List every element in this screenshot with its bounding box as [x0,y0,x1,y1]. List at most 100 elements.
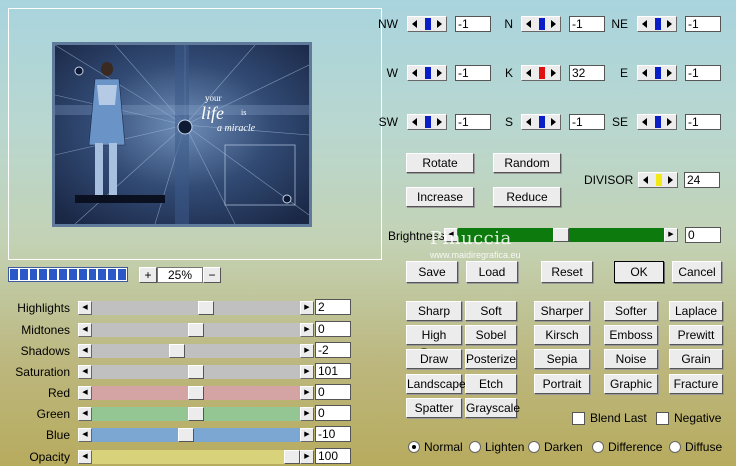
slider-right-arrow-icon[interactable]: ▶ [300,386,314,400]
increase-arrow-icon[interactable] [437,118,442,126]
rotate-button[interactable]: Rotate [406,153,474,173]
slider-value[interactable]: 0 [315,384,351,400]
slider-right-arrow-icon[interactable]: ▶ [300,301,314,315]
slider-thumb[interactable] [169,344,185,358]
brightness-right-arrow-icon[interactable]: ▶ [664,228,678,242]
increase-arrow-icon[interactable] [551,69,556,77]
slider-left-arrow-icon[interactable]: ◀ [78,450,92,464]
increase-arrow-icon[interactable] [668,176,673,184]
slider-value[interactable]: -10 [315,426,351,442]
mode-lighten-radio[interactable] [469,441,481,453]
slider-thumb[interactable] [198,301,214,315]
preset-sepia-button[interactable]: Sepia [534,349,590,369]
slider-value[interactable]: 0 [315,405,351,421]
increase-arrow-icon[interactable] [551,20,556,28]
kernel-value-ne[interactable]: -1 [685,16,721,32]
increase-arrow-icon[interactable] [437,20,442,28]
reset-button[interactable]: Reset [541,261,593,283]
red-slider[interactable]: ◀ ▶ [78,386,314,400]
slider-left-arrow-icon[interactable]: ◀ [78,301,92,315]
increase-arrow-icon[interactable] [551,118,556,126]
kernel-spinner-ne[interactable] [637,16,677,32]
kernel-spinner-s[interactable] [521,114,561,130]
decrease-arrow-icon[interactable] [526,20,531,28]
preset-kirsch-button[interactable]: Kirsch [534,325,590,345]
slider-thumb[interactable] [188,365,204,379]
mode-difference-radio[interactable] [592,441,604,453]
save-button[interactable]: Save [406,261,458,283]
preset-prewitt-button[interactable]: Prewitt [669,325,723,345]
saturation-slider[interactable]: ◀ ▶ [78,365,314,379]
kernel-spinner-n[interactable] [521,16,561,32]
preset-grain-button[interactable]: Grain [669,349,723,369]
increase-arrow-icon[interactable] [667,118,672,126]
shadows-slider[interactable]: ◀ ▶ [78,344,314,358]
increase-arrow-icon[interactable] [437,69,442,77]
increase-arrow-icon[interactable] [667,20,672,28]
slider-value[interactable]: 0 [315,321,351,337]
slider-right-arrow-icon[interactable]: ▶ [300,365,314,379]
slider-right-arrow-icon[interactable]: ▶ [300,450,314,464]
preset-sobel-button[interactable]: Sobel [465,325,517,345]
preset-landscape-button[interactable]: Landscape [406,374,466,394]
slider-left-arrow-icon[interactable]: ◀ [78,323,92,337]
preset-grayscale-button[interactable]: Grayscale [465,398,520,418]
preset-sharp-button[interactable]: Sharp [406,301,462,321]
load-button[interactable]: Load [466,261,518,283]
slider-left-arrow-icon[interactable]: ◀ [78,386,92,400]
slider-left-arrow-icon[interactable]: ◀ [78,407,92,421]
kernel-spinner-nw[interactable] [407,16,447,32]
kernel-value-k[interactable]: 32 [569,65,605,81]
increase-button[interactable]: Increase [406,187,474,207]
slider-thumb[interactable] [188,323,204,337]
preset-graphic-button[interactable]: Graphic [604,374,658,394]
decrease-arrow-icon[interactable] [642,69,647,77]
decrease-arrow-icon[interactable] [412,20,417,28]
kernel-spinner-w[interactable] [407,65,447,81]
kernel-spinner-se[interactable] [637,114,677,130]
divisor-value[interactable]: 24 [684,172,720,188]
preset-softer-button[interactable]: Softer [604,301,658,321]
kernel-spinner-k[interactable] [521,65,561,81]
preset-portrait-button[interactable]: Portrait [534,374,590,394]
preset-emboss-button[interactable]: Emboss [604,325,658,345]
negative-checkbox[interactable] [656,412,669,425]
decrease-arrow-icon[interactable] [526,69,531,77]
slider-right-arrow-icon[interactable]: ▶ [300,407,314,421]
blend-last-checkbox[interactable] [572,412,585,425]
kernel-value-s[interactable]: -1 [569,114,605,130]
slider-right-arrow-icon[interactable]: ▶ [300,428,314,442]
zoom-out-button[interactable]: − [203,267,221,283]
kernel-value-w[interactable]: -1 [455,65,491,81]
slider-left-arrow-icon[interactable]: ◀ [78,428,92,442]
green-slider[interactable]: ◀ ▶ [78,407,314,421]
preset-draw-button[interactable]: Draw [406,349,462,369]
kernel-value-n[interactable]: -1 [569,16,605,32]
slider-thumb[interactable] [188,386,204,400]
preset-noise-button[interactable]: Noise [604,349,658,369]
ok-button[interactable]: OK [614,261,664,283]
random-button[interactable]: Random [493,153,561,173]
highlights-slider[interactable]: ◀ ▶ [78,301,314,315]
slider-thumb[interactable] [188,407,204,421]
reduce-button[interactable]: Reduce [493,187,561,207]
mode-diffuse-radio[interactable] [669,441,681,453]
slider-value[interactable]: 100 [315,448,351,464]
slider-right-arrow-icon[interactable]: ▶ [300,344,314,358]
slider-thumb[interactable] [178,428,194,442]
slider-thumb[interactable] [284,450,300,464]
slider-value[interactable]: 101 [315,363,351,379]
cancel-button[interactable]: Cancel [672,261,722,283]
kernel-value-e[interactable]: -1 [685,65,721,81]
preset-posterize-button[interactable]: Posterize [465,349,517,369]
kernel-spinner-sw[interactable] [407,114,447,130]
zoom-in-button[interactable]: + [139,267,157,283]
preset-sharper-button[interactable]: Sharper [534,301,590,321]
kernel-value-nw[interactable]: -1 [455,16,491,32]
decrease-arrow-icon[interactable] [643,176,648,184]
increase-arrow-icon[interactable] [667,69,672,77]
slider-right-arrow-icon[interactable]: ▶ [300,323,314,337]
decrease-arrow-icon[interactable] [642,20,647,28]
brightness-value[interactable]: 0 [685,227,721,243]
slider-value[interactable]: 2 [315,299,351,315]
